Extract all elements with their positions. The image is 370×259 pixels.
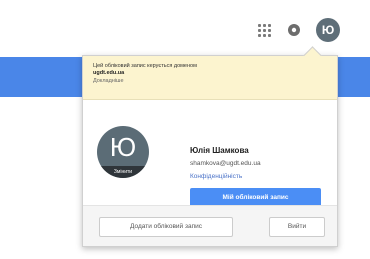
notifications-icon[interactable]: [286, 22, 302, 38]
page: Ю Цей обліковий запис керується доменом …: [0, 0, 370, 259]
account-popup: Цей обліковий запис керується доменом ug…: [82, 46, 338, 247]
managed-domain-notice: Цей обліковий запис керується доменом ug…: [83, 56, 337, 100]
change-photo-label[interactable]: Змінити: [97, 166, 149, 178]
user-name: Юлія Шамкова: [190, 146, 249, 155]
account-toolbar: Ю: [256, 18, 340, 42]
add-account-button[interactable]: Додати обліковий запис: [99, 217, 233, 237]
user-email: shamkova@ugdt.edu.ua: [190, 160, 261, 167]
profile-avatar[interactable]: Ю Змінити: [97, 126, 149, 178]
apps-grid-icon[interactable]: [256, 22, 272, 38]
popup-footer: Додати обліковий запис Вийти: [83, 205, 337, 246]
notice-line: Цей обліковий запис керується доменом: [93, 63, 197, 69]
account-avatar-button[interactable]: Ю: [316, 18, 340, 42]
avatar-initial: Ю: [109, 132, 137, 162]
learn-more-link[interactable]: Докладніше: [93, 77, 327, 85]
profile-section: Ю Змінити Юлія Шамкова shamkova@ugdt.edu…: [83, 100, 337, 208]
sign-out-button[interactable]: Вийти: [269, 217, 325, 237]
notice-domain: ugdt.edu.ua: [93, 70, 125, 76]
privacy-link[interactable]: Конфіденційність: [190, 173, 242, 180]
